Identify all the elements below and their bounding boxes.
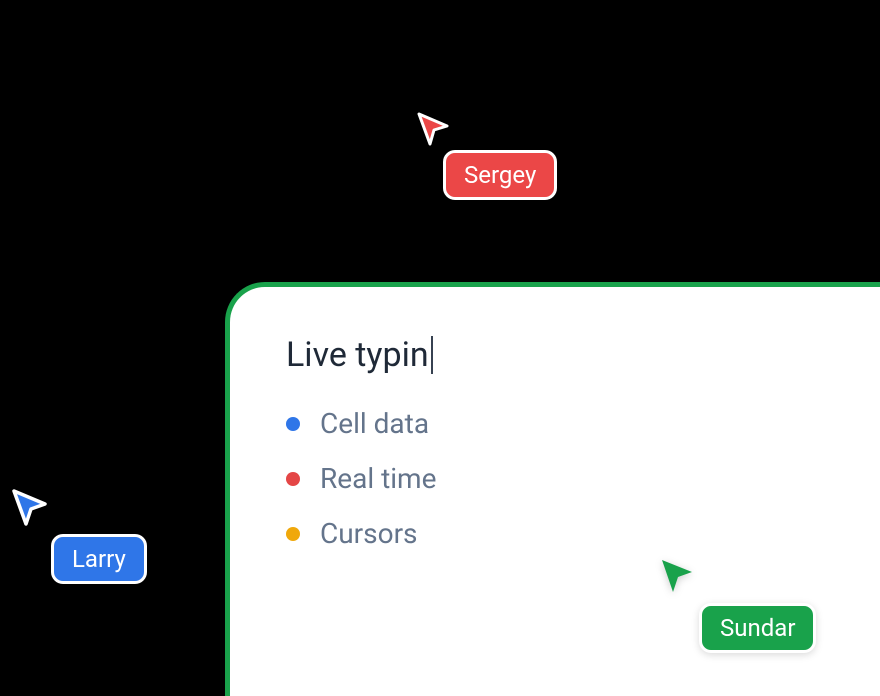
bullet-icon: [286, 527, 300, 541]
list-item: Real time: [286, 462, 824, 495]
cursor-pointer-icon: [655, 553, 816, 599]
list-item-label: Cursors: [320, 517, 418, 550]
bullet-icon: [286, 417, 300, 431]
list-item: Cursors: [286, 517, 824, 550]
cursor-name-label: Sundar: [699, 603, 816, 653]
cursor-name-label: Sergey: [443, 150, 557, 200]
typing-content: Live typin: [286, 335, 429, 375]
live-typing-text: Live typin: [286, 335, 824, 375]
text-caret-icon: [431, 336, 433, 374]
cursor-name-label: Larry: [51, 534, 147, 584]
bullet-icon: [286, 472, 300, 486]
user-cursor-larry: Larry: [7, 484, 147, 584]
list-item-label: Cell data: [320, 407, 429, 440]
list-item: Cell data: [286, 407, 824, 440]
cursor-pointer-icon: [7, 484, 147, 532]
user-cursor-sergey: Sergey: [413, 108, 557, 200]
list-item-label: Real time: [320, 462, 436, 495]
cursor-pointer-icon: [413, 108, 557, 150]
user-cursor-sundar: Sundar: [655, 553, 816, 653]
feature-list: Cell data Real time Cursors: [286, 407, 824, 550]
